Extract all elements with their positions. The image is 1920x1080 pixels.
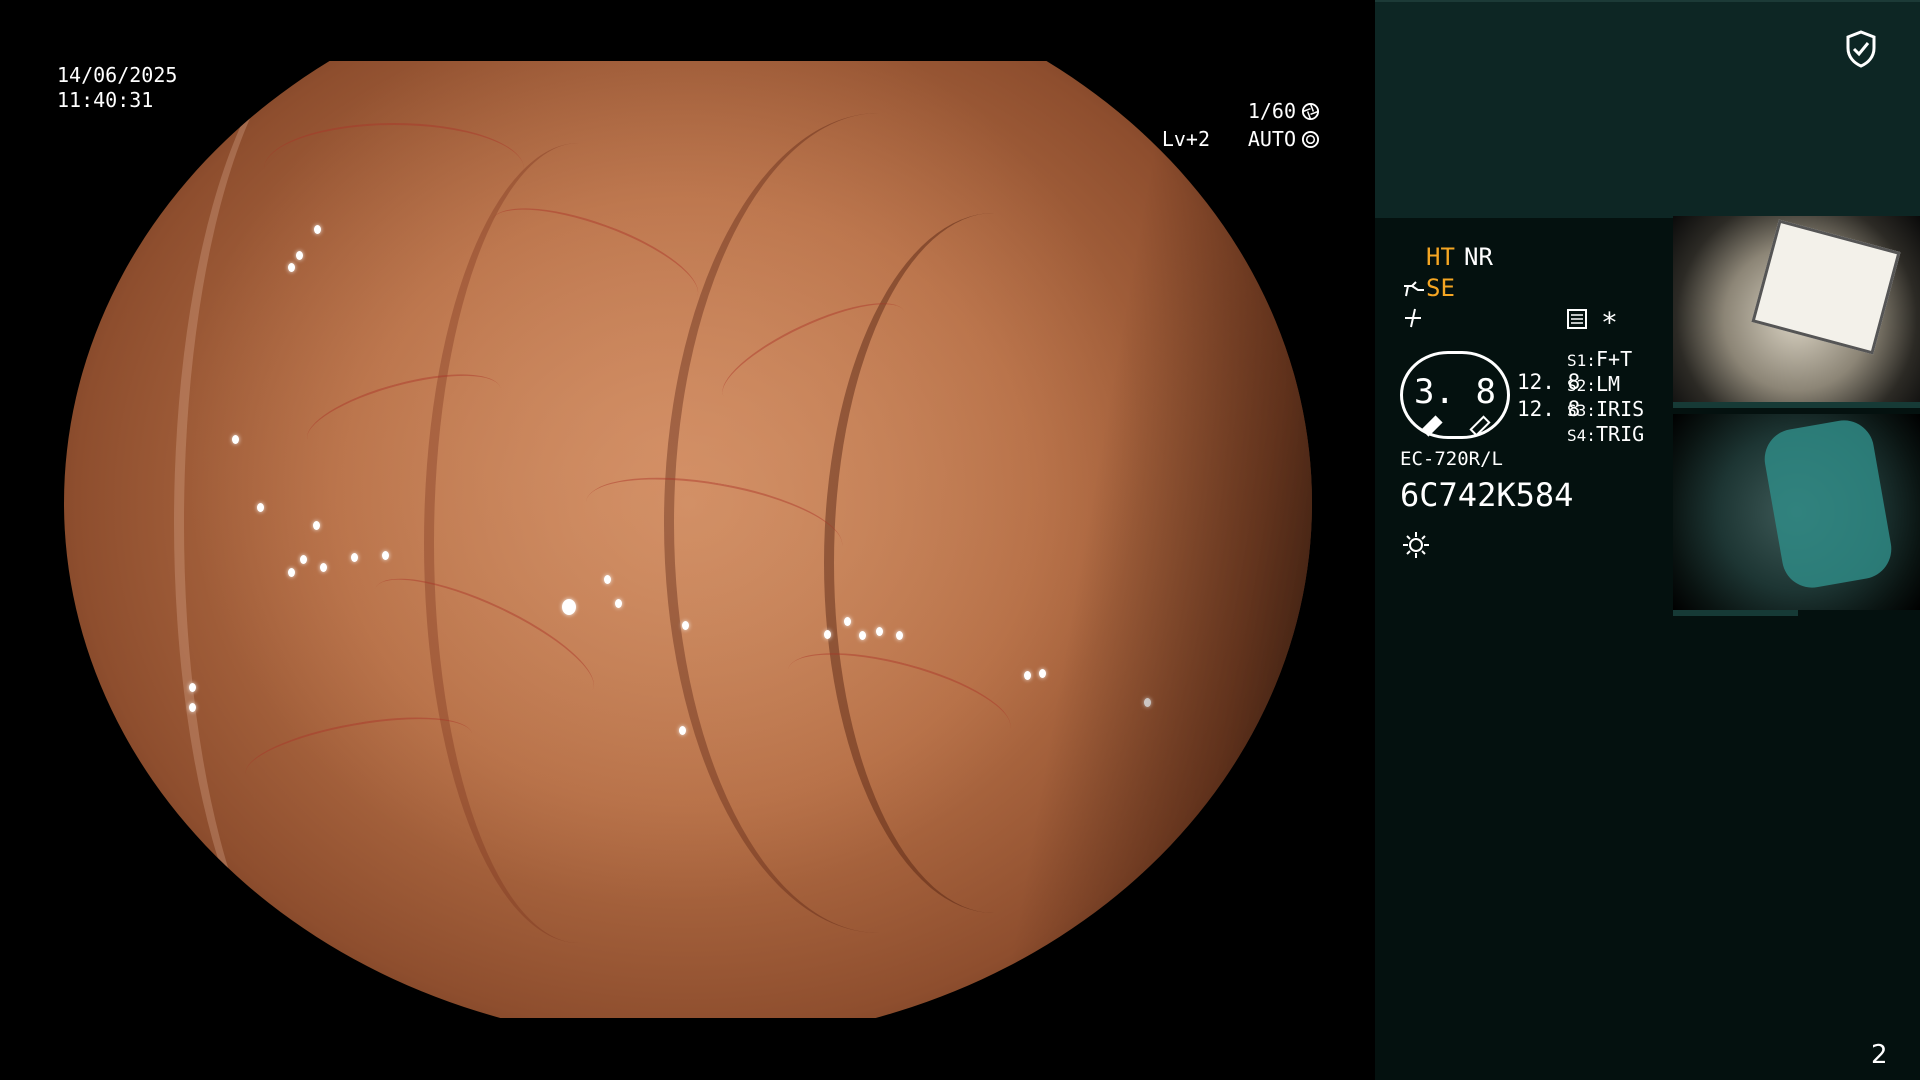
switch-value: LM: [1596, 372, 1621, 396]
endoscope-image: [64, 0, 1312, 1043]
scope-model: EC-720R/L: [1400, 448, 1503, 470]
mode-se: SE: [1426, 274, 1455, 302]
switch-key: S3:: [1567, 401, 1596, 420]
zoom-badge: 3. 8: [1400, 351, 1510, 439]
switch-value: IRIS: [1596, 397, 1645, 421]
room-camera-thumbnail-2[interactable]: [1673, 414, 1920, 610]
exposure-info: 1/60 Lv+2 AUTO: [1150, 99, 1320, 151]
overlay-date: 14/06/2025: [57, 63, 178, 87]
switch-key: S2:: [1567, 376, 1596, 395]
image-mask-bottom: [0, 1018, 1375, 1080]
badge-mark-left: [1421, 415, 1443, 437]
lightning-icon: [1405, 308, 1421, 328]
mode-nr: NR: [1464, 243, 1493, 271]
page-number: 2: [1871, 1040, 1888, 1070]
thumbnail-1-bar: [1673, 402, 1920, 408]
info-panel: HT NR SE * 3. 8 12. 8 12. 8 S1: F+T S2: …: [1375, 0, 1920, 1080]
shutter-speed: 1/60: [1247, 99, 1296, 123]
light-icon: [1403, 532, 1429, 558]
overlay-time: 11:40:31: [57, 88, 154, 112]
switch-key: S1:: [1567, 351, 1596, 370]
asterisk-indicator: *: [1601, 306, 1618, 339]
mode-ht: HT: [1426, 243, 1455, 271]
thumbnail-2-bar: [1673, 610, 1798, 616]
switch-value: TRIG: [1596, 422, 1645, 446]
panel-header: [1375, 0, 1920, 218]
switch-value: F+T: [1596, 347, 1633, 371]
staff-figure: [1759, 415, 1897, 593]
room-camera-thumbnail-1[interactable]: [1673, 216, 1920, 402]
iris-mode: AUTO: [1247, 127, 1296, 151]
shield-check-icon[interactable]: [1845, 30, 1877, 68]
scope-serial: 6C742K584: [1400, 476, 1574, 514]
badge-mark-right: [1469, 415, 1491, 437]
level-value: Lv+2: [1161, 127, 1210, 151]
switch-key: S4:: [1567, 426, 1596, 445]
scope-icon: [1404, 281, 1424, 297]
zoom-value: 3. 8: [1414, 372, 1496, 412]
ceiling-light: [1751, 219, 1901, 355]
shutter-icon: [1301, 102, 1320, 121]
endoscope-view-area: 14/06/2025 11:40:31 1/60 Lv+2 AUTO: [0, 0, 1375, 1080]
image-mask-top: [0, 0, 1375, 61]
iris-icon: [1301, 130, 1320, 149]
settings-icon: [1567, 309, 1587, 329]
